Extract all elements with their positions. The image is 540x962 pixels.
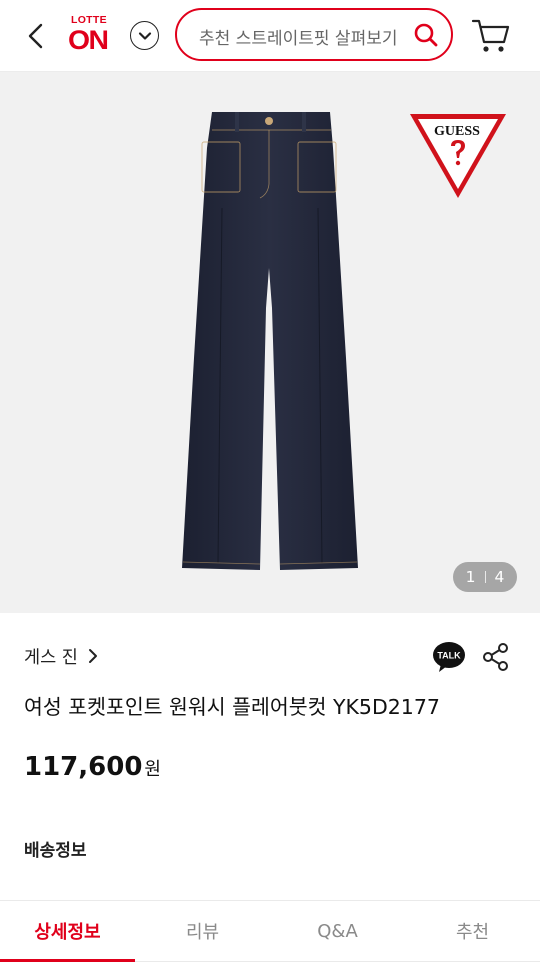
lotte-on-logo[interactable]: LOTTE ON — [66, 12, 120, 58]
price-row: 117,600 원 — [24, 752, 161, 782]
search-input[interactable]: 추천 스트레이트핏 살펴보기 — [175, 8, 453, 61]
shipping-info-label[interactable]: 배송정보 — [24, 836, 87, 861]
brand-name: 게스 진 — [24, 647, 78, 668]
product-image-gallery[interactable]: GUESS 1 4 — [0, 72, 540, 613]
chevron-right-icon — [88, 649, 97, 663]
share-button[interactable] — [482, 642, 510, 672]
search-icon[interactable] — [413, 22, 439, 48]
talk-icon-label: TALK — [437, 651, 461, 661]
product-image-flare-jeans — [182, 112, 358, 570]
pager-total: 4 — [494, 568, 505, 586]
product-title: 여성 포켓포인트 원워시 플레어붓컷 YK5D2177 — [24, 695, 440, 719]
tab-recommend[interactable]: 추천 — [405, 901, 540, 961]
share-icon — [483, 643, 508, 671]
guess-brand-logo: GUESS — [410, 114, 506, 198]
search-placeholder: 추천 스트레이트핏 살펴보기 — [199, 29, 398, 49]
tab-qna[interactable]: Q&A — [270, 901, 405, 961]
brand-link[interactable]: 게스 진 — [24, 643, 98, 669]
category-menu-button[interactable] — [130, 21, 159, 50]
logo-on-text: ON — [68, 25, 109, 55]
back-arrow-icon — [28, 23, 43, 49]
guess-logo-text: GUESS — [434, 124, 480, 139]
back-button[interactable] — [18, 18, 54, 54]
tab-reviews[interactable]: 리뷰 — [135, 901, 270, 961]
tab-details[interactable]: 상세정보 — [0, 901, 135, 962]
cart-button[interactable] — [470, 14, 512, 56]
image-pager: 1 4 — [453, 562, 517, 592]
kakao-talk-icon: TALK — [433, 642, 465, 672]
product-price: 117,600 — [24, 752, 143, 782]
detail-tabs: 상세정보 리뷰 Q&A 추천 — [0, 900, 540, 962]
cart-icon — [471, 19, 510, 52]
kakao-talk-share-button[interactable]: TALK — [432, 640, 466, 674]
price-currency: 원 — [144, 759, 161, 780]
chevron-down-icon — [138, 31, 151, 40]
pager-current: 1 — [465, 568, 476, 586]
top-header: LOTTE ON 추천 스트레이트핏 살펴보기 — [0, 0, 540, 72]
pager-divider — [484, 571, 486, 583]
